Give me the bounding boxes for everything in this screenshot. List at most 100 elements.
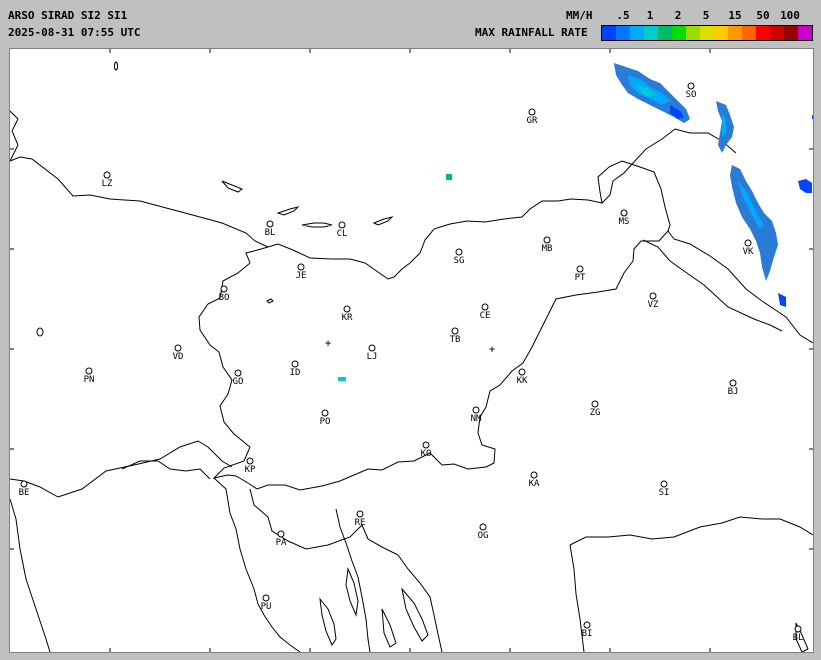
city-marker (744, 239, 752, 247)
city-label: VK (742, 247, 754, 257)
city-label: KR (341, 313, 353, 323)
legend-swatch (784, 26, 798, 40)
legend-swatch (770, 26, 784, 40)
city-label: JE (295, 271, 307, 281)
city-marker (356, 510, 364, 518)
legend-swatch (714, 26, 728, 40)
city-label: GR (526, 116, 538, 126)
city-label: TB (449, 335, 461, 345)
austria-italy-border (10, 156, 269, 248)
city-label: CL (336, 229, 348, 239)
city-marker (338, 221, 346, 229)
city-marker (472, 406, 480, 414)
city-marker (649, 292, 657, 300)
legend-swatch (616, 26, 630, 40)
city-marker (481, 303, 489, 311)
city-marker (85, 367, 93, 375)
city-marker (729, 379, 737, 387)
city-label: PN (83, 375, 95, 385)
echo-east-2 (730, 165, 778, 281)
legend-swatch (686, 26, 700, 40)
city-label: GO (232, 377, 244, 387)
city-label: KA (528, 479, 540, 489)
legend-tick-label: 5 (702, 9, 710, 22)
city-marker (262, 594, 270, 602)
city-marker (266, 220, 274, 228)
city-marker (20, 480, 28, 488)
city-marker (660, 480, 668, 488)
city-label: KO (420, 449, 432, 459)
city-marker (583, 621, 591, 629)
city-label: OG (477, 531, 489, 541)
city-marker (530, 471, 538, 479)
city-label: BL (792, 633, 804, 643)
legend-tick-label: 1 (646, 9, 654, 22)
legend-tick-label: .5 (616, 9, 630, 22)
legend-swatch (728, 26, 742, 40)
city-label: LZ (101, 179, 113, 189)
city-marker (451, 327, 459, 335)
legend-ticks: .5 1 2 5 15 50 100 (601, 9, 813, 22)
city-marker (291, 360, 299, 368)
city-label: KP (244, 465, 256, 475)
city-marker (479, 523, 487, 531)
legend-tick-label: 50 (756, 9, 770, 22)
city-marker (591, 400, 599, 408)
city-label: VD (172, 352, 184, 362)
color-scale (601, 25, 813, 41)
timestamp: 2025-08-31 07:55 UTC (8, 26, 141, 39)
city-marker (620, 209, 628, 217)
city-marker (455, 248, 463, 256)
legend-swatch (630, 26, 644, 40)
istria-coast (213, 477, 301, 652)
city-label: BI (581, 629, 593, 639)
city-label: MB (541, 244, 553, 254)
city-marker (321, 409, 329, 417)
product-title: ARSO SIRAD SI2 SI1 (8, 9, 128, 22)
city-label: BE (18, 488, 30, 498)
rain-echoes (338, 63, 813, 381)
city-marker (234, 369, 242, 377)
city-marker (422, 441, 430, 449)
city-label: CE (479, 311, 491, 321)
radar-map[interactable]: LZ GR SO BL CL MS MB SG VK JE PT BO KR CE VZ TB VD LJ PN ID… (9, 48, 814, 653)
city-marker (174, 344, 182, 352)
unit-label: MM/H (566, 9, 593, 22)
city-label: LJ (366, 352, 378, 362)
city-marker (518, 368, 526, 376)
city-label: ID (289, 368, 301, 378)
city-label: RE (354, 518, 366, 528)
city-label: PA (275, 538, 287, 548)
legend-swatch (798, 26, 812, 40)
legend-swatch (700, 26, 714, 40)
radar-site-marker: + (324, 336, 332, 350)
city-marker (277, 530, 285, 538)
city-label: MS (618, 217, 630, 227)
city-label: BL (264, 228, 276, 238)
legend-tick-label: 100 (780, 9, 800, 22)
legend-swatch (658, 26, 672, 40)
city-marker (576, 265, 584, 273)
scale-label: MAX RAINFALL RATE (475, 26, 588, 39)
city-marker (103, 171, 111, 179)
city-label: PO (319, 417, 331, 427)
legend-swatch (602, 26, 616, 40)
city-label: NM (470, 414, 482, 424)
city-label: KK (516, 376, 528, 386)
east-border (601, 128, 737, 204)
echo-small-2 (338, 377, 346, 381)
city-marker (794, 625, 802, 633)
city-marker (297, 263, 305, 271)
city-label: PT (574, 273, 586, 283)
legend-tick-label: 2 (674, 9, 682, 22)
city-label: SG (453, 256, 465, 266)
city-label: PU (260, 602, 272, 612)
radar-window: ARSO SIRAD SI2 SI1 2025-08-31 07:55 UTC … (0, 0, 821, 660)
city-label: ZG (589, 408, 601, 418)
city-marker (343, 305, 351, 313)
city-marker (543, 236, 551, 244)
legend-swatch (672, 26, 686, 40)
echo-small-1 (446, 174, 452, 180)
city-marker (220, 285, 228, 293)
city-marker (528, 108, 536, 116)
